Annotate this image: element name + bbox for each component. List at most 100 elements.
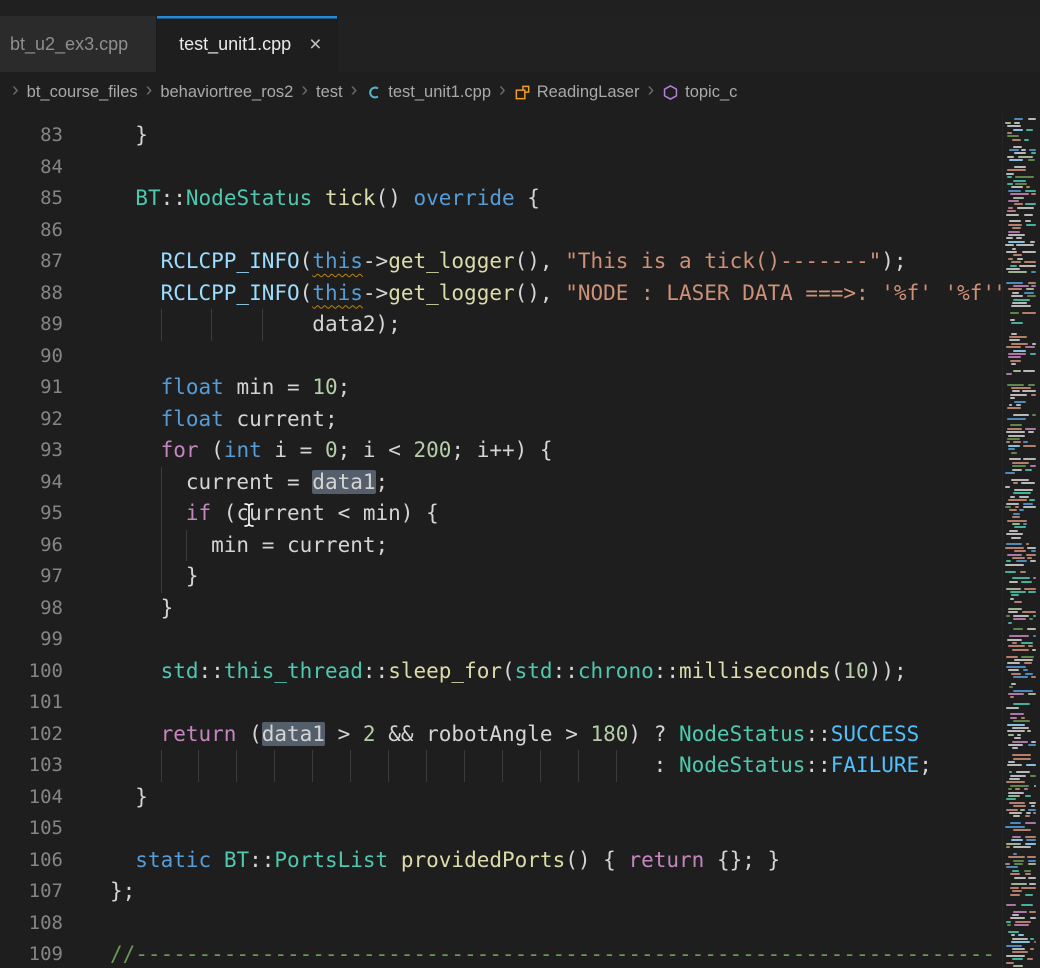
minimap-line bbox=[1013, 758, 1031, 760]
minimap-line bbox=[1011, 537, 1021, 539]
minimap-line bbox=[1011, 387, 1031, 389]
code-line: 89 data2); bbox=[0, 309, 1003, 341]
minimap-line bbox=[1014, 122, 1020, 124]
titlebar bbox=[0, 0, 1040, 16]
minimap-line bbox=[1008, 499, 1027, 501]
minimap-line bbox=[1009, 458, 1021, 460]
breadcrumb-item-topic_c[interactable]: topic_c bbox=[662, 83, 737, 102]
minimap-line bbox=[1008, 435, 1025, 437]
minimap-line bbox=[1023, 506, 1036, 508]
minimap-line bbox=[1008, 611, 1018, 613]
minimap-line bbox=[1013, 615, 1029, 617]
breadcrumb-label: bt_course_files bbox=[27, 83, 138, 102]
minimap-line bbox=[1009, 812, 1022, 814]
minimap-line bbox=[1006, 431, 1025, 433]
minimap-line bbox=[1025, 220, 1031, 222]
minimap-line bbox=[1018, 934, 1023, 936]
minimap-line bbox=[1014, 152, 1027, 154]
code-area[interactable]: 83 }8485 BT::NodeStatus tick() override … bbox=[0, 112, 1003, 968]
minimap-line bbox=[1026, 224, 1036, 226]
minimap-line bbox=[1021, 581, 1031, 583]
minimap-line bbox=[1030, 353, 1036, 355]
minimap-line bbox=[1006, 798, 1016, 800]
minimap-line bbox=[1029, 911, 1036, 913]
breadcrumb-item-behaviortree_ros2[interactable]: behaviortree_ros2 bbox=[160, 83, 293, 102]
minimap-line bbox=[1010, 822, 1021, 824]
code-line: 93 for (int i = 0; i < 200; i++) { bbox=[0, 435, 1003, 467]
minimap[interactable] bbox=[1002, 112, 1040, 968]
tab-bt_u2_ex3.cpp[interactable]: bt_u2_ex3.cpp bbox=[0, 16, 157, 72]
minimap-line bbox=[1017, 734, 1021, 736]
minimap-line bbox=[1014, 489, 1033, 491]
line-number: 104 bbox=[0, 782, 63, 814]
minimap-line bbox=[1012, 754, 1031, 756]
minimap-line bbox=[1021, 904, 1033, 906]
minimap-line bbox=[1010, 265, 1017, 267]
minimap-line bbox=[1031, 805, 1035, 807]
code-line-content: min = current; bbox=[110, 530, 1003, 562]
minimap-line bbox=[1013, 853, 1017, 855]
minimap-line bbox=[1013, 482, 1018, 484]
minimap-line bbox=[1013, 285, 1029, 287]
minimap-line bbox=[1012, 727, 1029, 729]
minimap-line bbox=[1013, 254, 1022, 256]
minimap-line bbox=[1009, 404, 1012, 406]
minimap-line bbox=[1006, 346, 1021, 348]
code-line: 108 bbox=[0, 908, 1003, 940]
minimap-line bbox=[1014, 401, 1026, 403]
minimap-line bbox=[1030, 938, 1033, 940]
code-line: 97 } bbox=[0, 561, 1003, 593]
class-icon bbox=[514, 84, 531, 101]
breadcrumb-item-test_unit1.cpp[interactable]: test_unit1.cpp bbox=[365, 83, 491, 102]
breadcrumb-item-bt_course_files[interactable]: bt_course_files bbox=[27, 83, 138, 102]
minimap-line bbox=[1013, 299, 1030, 301]
line-number: 101 bbox=[0, 687, 63, 719]
code-line-content bbox=[110, 908, 1003, 940]
code-line-content bbox=[110, 215, 1003, 247]
minimap-line bbox=[1012, 914, 1019, 916]
minimap-line bbox=[1015, 176, 1034, 178]
tab-label: bt_u2_ex3.cpp bbox=[10, 34, 128, 55]
minimap-line bbox=[1014, 659, 1033, 661]
tab-test_unit1.cpp[interactable]: test_unit1.cpp× bbox=[157, 16, 338, 72]
minimap-line bbox=[1032, 343, 1036, 345]
minimap-line bbox=[1031, 285, 1036, 287]
minimap-line bbox=[1013, 965, 1024, 967]
minimap-line bbox=[1013, 350, 1026, 352]
minimap-line bbox=[1021, 149, 1027, 151]
minimap-line bbox=[1012, 951, 1028, 953]
minimap-line bbox=[1034, 941, 1036, 943]
minimap-line bbox=[1015, 506, 1019, 508]
minimap-line bbox=[1027, 856, 1036, 858]
line-number: 100 bbox=[0, 656, 63, 688]
minimap-line bbox=[1013, 703, 1031, 705]
chevron-right-icon: › bbox=[142, 79, 157, 105]
code-line-content bbox=[110, 687, 1003, 719]
minimap-line bbox=[1011, 839, 1022, 841]
breadcrumb-item-test[interactable]: test bbox=[316, 83, 343, 102]
minimap-line bbox=[1011, 343, 1028, 345]
minimap-line bbox=[1012, 948, 1025, 950]
minimap-line bbox=[1026, 288, 1034, 290]
minimap-line bbox=[1030, 465, 1036, 467]
minimap-line bbox=[1027, 295, 1036, 297]
minimap-line bbox=[1006, 904, 1017, 906]
code-line: 92 float current; bbox=[0, 404, 1003, 436]
code-line-content bbox=[110, 341, 1003, 373]
minimap-line bbox=[1008, 356, 1020, 358]
minimap-line bbox=[1006, 866, 1018, 868]
minimap-line bbox=[1012, 557, 1024, 559]
breadcrumb-item-ReadingLaser[interactable]: ReadingLaser bbox=[514, 83, 640, 102]
code-line: 87 RCLCPP_INFO(this->get_logger(), "This… bbox=[0, 246, 1003, 278]
code-line: 103 : NodeStatus::FAILURE; bbox=[0, 750, 1003, 782]
minimap-line bbox=[1007, 764, 1022, 766]
line-number: 93 bbox=[0, 435, 63, 467]
minimap-line bbox=[1019, 509, 1024, 511]
minimap-line bbox=[1008, 645, 1026, 647]
minimap-line bbox=[1005, 486, 1010, 488]
minimap-line bbox=[1008, 448, 1015, 450]
minimap-line bbox=[1025, 190, 1036, 192]
code-line: 105 bbox=[0, 813, 1003, 845]
minimap-line bbox=[1007, 428, 1022, 430]
tab-close-icon[interactable]: × bbox=[309, 34, 321, 55]
